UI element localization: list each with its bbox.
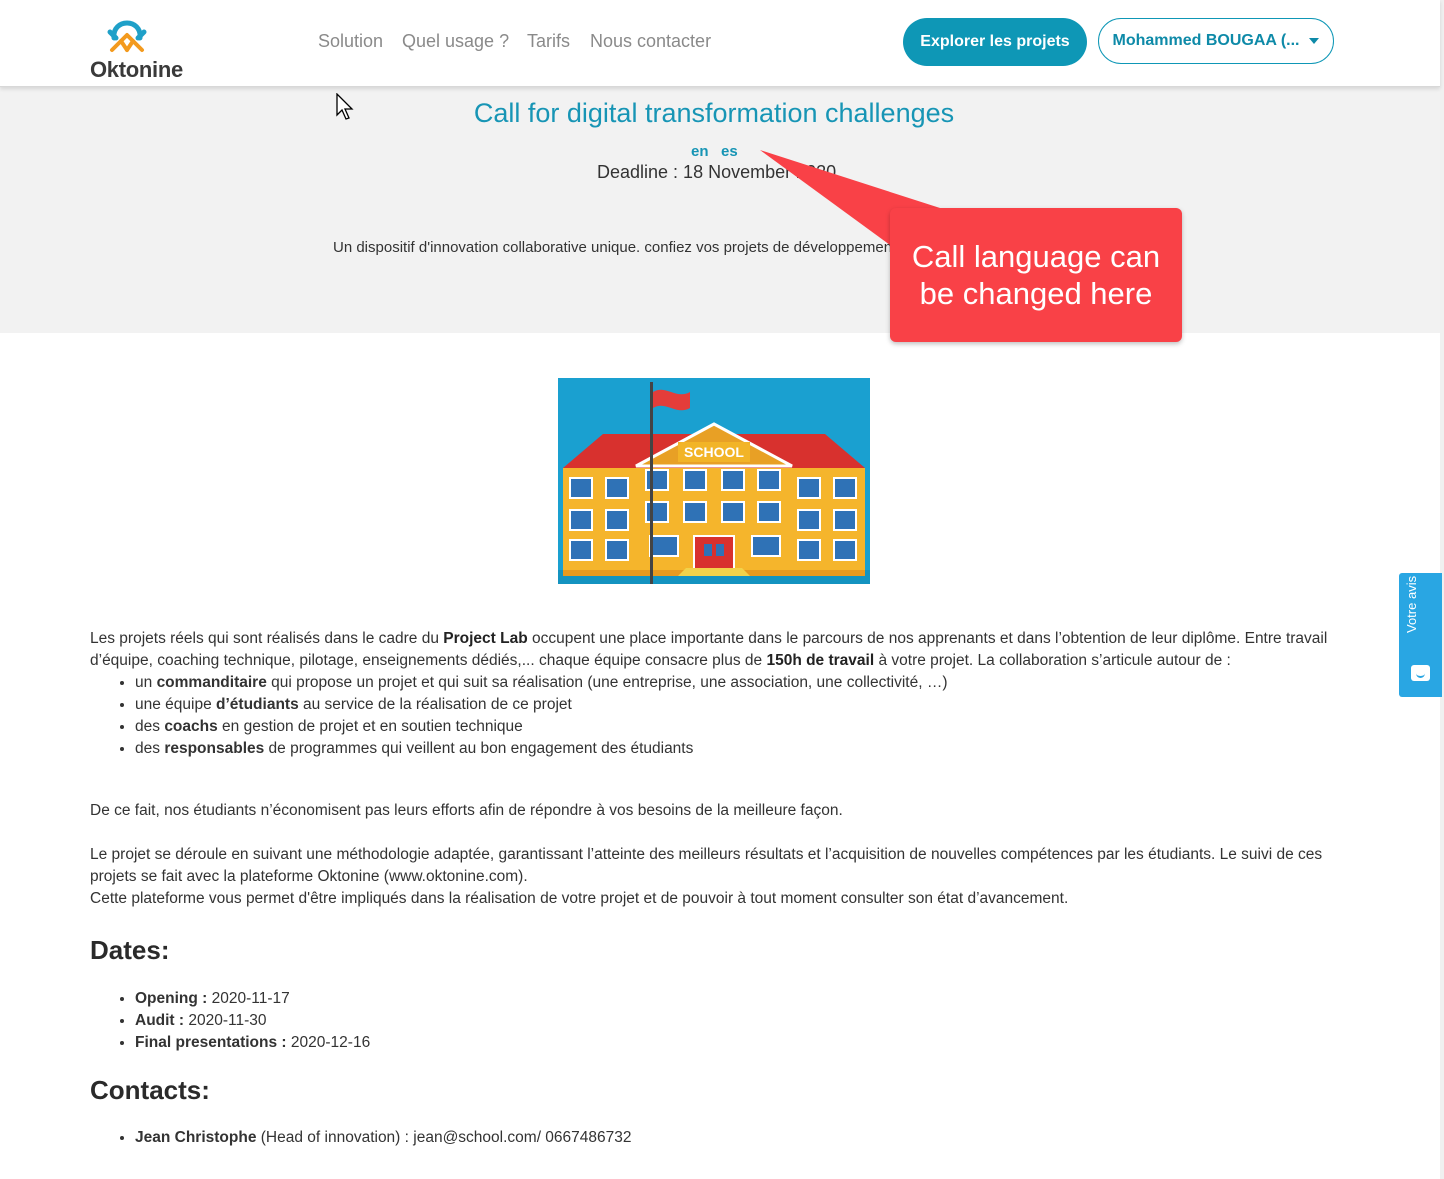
roles-list: un commanditaire qui propose un projet e… bbox=[90, 672, 948, 760]
callout-line-1: Call language can bbox=[911, 239, 1161, 274]
callout-line-2: be changed here bbox=[919, 276, 1153, 311]
contacts-list: Jean Christophe (Head of innovation) : j… bbox=[90, 1127, 632, 1149]
feedback-label: Votre avis bbox=[1404, 575, 1419, 633]
octopus-logo-icon bbox=[107, 20, 147, 52]
nav-tarifs[interactable]: Tarifs bbox=[527, 31, 570, 52]
list-item: Final presentations : 2020-12-16 bbox=[135, 1032, 370, 1054]
mouse-cursor-icon bbox=[336, 93, 354, 120]
language-callout: Call language can be changed here bbox=[890, 208, 1182, 342]
bold-text: 150h de travail bbox=[766, 652, 875, 669]
list-item: Opening : 2020-11-17 bbox=[135, 988, 370, 1010]
chevron-down-icon bbox=[1309, 38, 1320, 44]
oktonine-logo[interactable]: Oktonine bbox=[88, 8, 188, 82]
nav-solution[interactable]: Solution bbox=[318, 31, 383, 52]
methodology-paragraph: Le projet se déroule en suivant une méth… bbox=[90, 846, 1323, 885]
list-item: Jean Christophe (Head of innovation) : j… bbox=[135, 1127, 632, 1149]
explore-projects-button[interactable]: Explorer les projets bbox=[903, 18, 1087, 66]
nav-quel-usage[interactable]: Quel usage ? bbox=[402, 31, 509, 52]
list-item: des responsables de programmes qui veill… bbox=[135, 738, 948, 760]
effort-paragraph: De ce fait, nos étudiants n’économisent … bbox=[90, 802, 843, 819]
language-link-en[interactable]: en bbox=[691, 143, 709, 160]
bold-text: Project Lab bbox=[443, 630, 528, 647]
list-item: une équipe d’étudiants au service de la … bbox=[135, 694, 948, 716]
platform-paragraph: Cette plateforme vous permet d'être impl… bbox=[90, 890, 1069, 907]
list-item: des coachs en gestion de projet et en so… bbox=[135, 716, 948, 738]
logo-wordmark: Oktonine bbox=[90, 57, 183, 82]
top-navbar: Oktonine Solution Quel usage ? Tarifs No… bbox=[0, 0, 1440, 87]
contacts-heading: Contacts: bbox=[90, 1075, 210, 1105]
school-sign: SCHOOL bbox=[684, 444, 744, 460]
list-item: Audit : 2020-11-30 bbox=[135, 1010, 370, 1032]
dates-heading: Dates: bbox=[90, 935, 170, 965]
feedback-tab[interactable]: Votre avis bbox=[1399, 573, 1442, 697]
school-illustration: SCHOOL bbox=[558, 378, 870, 584]
user-menu-button[interactable]: Mohammed BOUGAA (... bbox=[1098, 18, 1334, 64]
smiley-icon bbox=[1411, 665, 1430, 681]
language-link-es[interactable]: es bbox=[721, 143, 738, 160]
text-span: à votre projet. La collaboration s’artic… bbox=[874, 652, 1231, 669]
dates-list: Opening : 2020-11-17 Audit : 2020-11-30 … bbox=[90, 988, 370, 1054]
list-item: un commanditaire qui propose un projet e… bbox=[135, 672, 948, 694]
text-span: Les projets réels qui sont réalisés dans… bbox=[90, 630, 444, 647]
call-title: Call for digital transformation challeng… bbox=[473, 98, 955, 128]
user-name-label: Mohammed BOUGAA (... bbox=[1112, 32, 1300, 49]
nav-nous-contacter[interactable]: Nous contacter bbox=[590, 31, 711, 52]
intro-paragraph: Les projets réels qui sont réalisés dans… bbox=[90, 628, 1345, 672]
